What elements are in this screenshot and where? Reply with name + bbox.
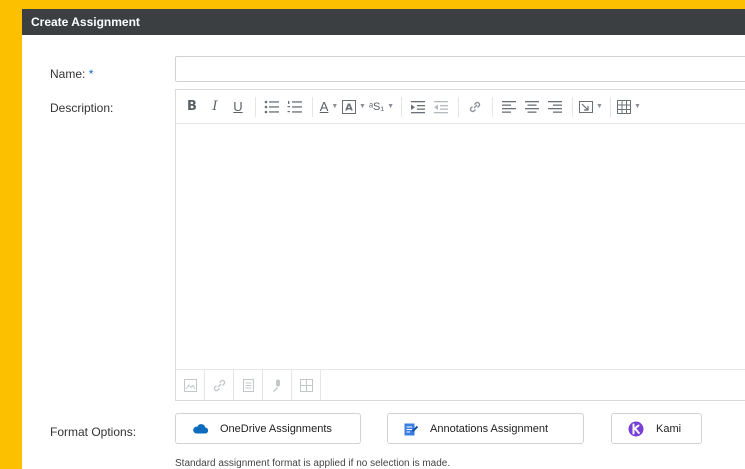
editor-toolbar: B I U A ▼ A ▼ ᵃS₁ ▼ ▼ ▼ bbox=[176, 90, 745, 124]
editor-bottom-toolbar bbox=[176, 369, 745, 400]
special-format-icon[interactable]: ᵃS₁ ▼ bbox=[369, 96, 394, 118]
description-label: Description: bbox=[50, 101, 114, 115]
outdent-icon[interactable] bbox=[431, 96, 451, 118]
record-audio-icon[interactable] bbox=[263, 370, 291, 400]
format-note: Standard assignment format is applied if… bbox=[175, 458, 451, 469]
name-label: Name: * bbox=[50, 67, 94, 81]
cloud-icon bbox=[192, 423, 208, 434]
description-text-area[interactable] bbox=[176, 124, 745, 370]
font-color-icon[interactable]: A ▼ bbox=[319, 96, 339, 118]
bullet-list-icon[interactable] bbox=[262, 96, 282, 118]
format-options-label: Format Options: bbox=[50, 425, 137, 439]
link-icon[interactable] bbox=[465, 96, 485, 118]
insert-media-icon[interactable]: ▼ bbox=[579, 96, 603, 118]
align-center-icon[interactable] bbox=[522, 96, 542, 118]
align-right-icon[interactable] bbox=[545, 96, 565, 118]
name-input[interactable] bbox=[175, 56, 745, 82]
bold-icon[interactable]: B bbox=[182, 96, 202, 118]
numbered-list-icon[interactable] bbox=[285, 96, 305, 118]
highlight-color-icon[interactable]: A ▼ bbox=[342, 96, 366, 118]
annotations-assignment-button[interactable]: Annotations Assignment bbox=[387, 413, 584, 444]
align-left-icon[interactable] bbox=[499, 96, 519, 118]
svg-text:A: A bbox=[345, 102, 353, 113]
insert-document-icon[interactable] bbox=[234, 370, 262, 400]
required-mark: * bbox=[88, 67, 94, 81]
insert-stuff-icon[interactable] bbox=[292, 370, 320, 400]
insert-image-icon[interactable] bbox=[176, 370, 204, 400]
create-assignment-panel: Create Assignment Name: * Description: B… bbox=[22, 9, 745, 469]
italic-icon[interactable]: I bbox=[205, 96, 225, 118]
kami-button[interactable]: Kami bbox=[611, 413, 702, 444]
kami-logo-icon bbox=[628, 421, 644, 437]
annotation-icon bbox=[404, 422, 418, 436]
panel-title: Create Assignment bbox=[22, 9, 745, 35]
table-icon[interactable]: ▼ bbox=[616, 96, 641, 118]
indent-icon[interactable] bbox=[408, 96, 428, 118]
attach-link-icon[interactable] bbox=[205, 370, 233, 400]
onedrive-assignments-button[interactable]: OneDrive Assignments bbox=[175, 413, 361, 444]
underline-icon[interactable]: U bbox=[228, 96, 248, 118]
description-editor: B I U A ▼ A ▼ ᵃS₁ ▼ ▼ ▼ bbox=[175, 89, 745, 401]
